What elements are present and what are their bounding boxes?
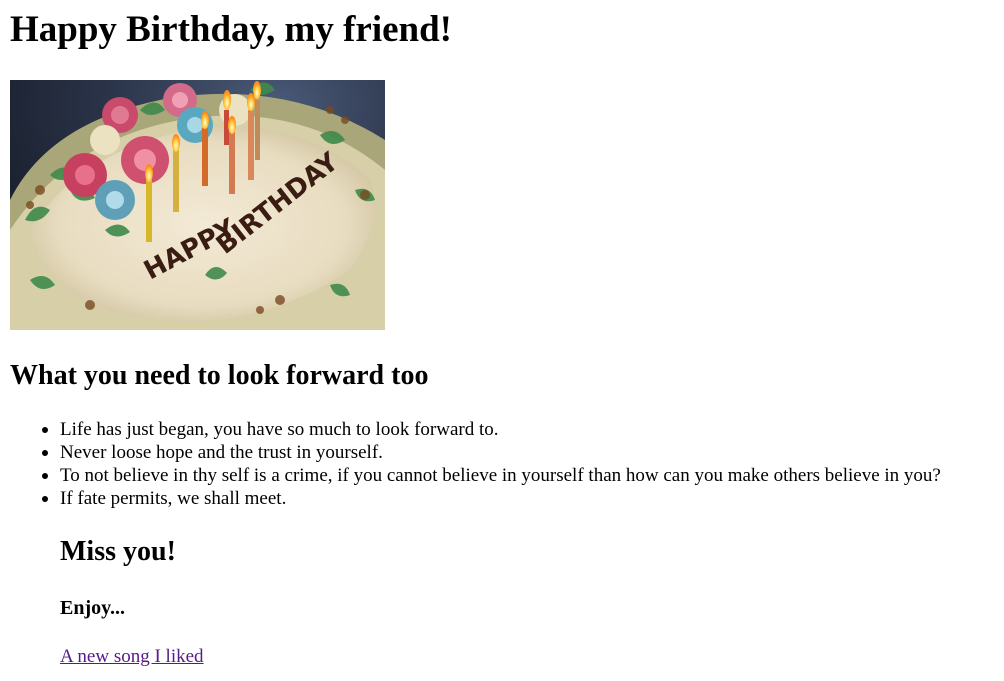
list-item: To not believe in thy self is a crime, i… (42, 464, 941, 487)
bullet-icon (42, 473, 48, 479)
page-title: Happy Birthday, my friend! (10, 9, 452, 50)
list-item: Never loose hope and the trust in yourse… (42, 441, 941, 464)
bullet-icon (42, 450, 48, 456)
song-link[interactable]: A new song I liked (60, 645, 204, 668)
list-item: If fate permits, we shall meet. (42, 487, 941, 510)
birthday-cake-image: HAPPY BIRTHDAY (10, 80, 385, 330)
section-heading: What you need to look forward too (10, 360, 429, 391)
list-item: Life has just began, you have so much to… (42, 418, 941, 441)
list-item-text: Never loose hope and the trust in yourse… (60, 442, 383, 463)
list-item-text: If fate permits, we shall meet. (60, 488, 287, 509)
miss-you-heading: Miss you! (60, 536, 176, 567)
wishes-list: Life has just began, you have so much to… (10, 418, 941, 510)
list-item-text: Life has just began, you have so much to… (60, 419, 499, 440)
bullet-icon (42, 427, 48, 433)
list-item-text: To not believe in thy self is a crime, i… (60, 465, 941, 486)
bullet-icon (42, 496, 48, 502)
enjoy-heading: Enjoy... (60, 597, 126, 619)
